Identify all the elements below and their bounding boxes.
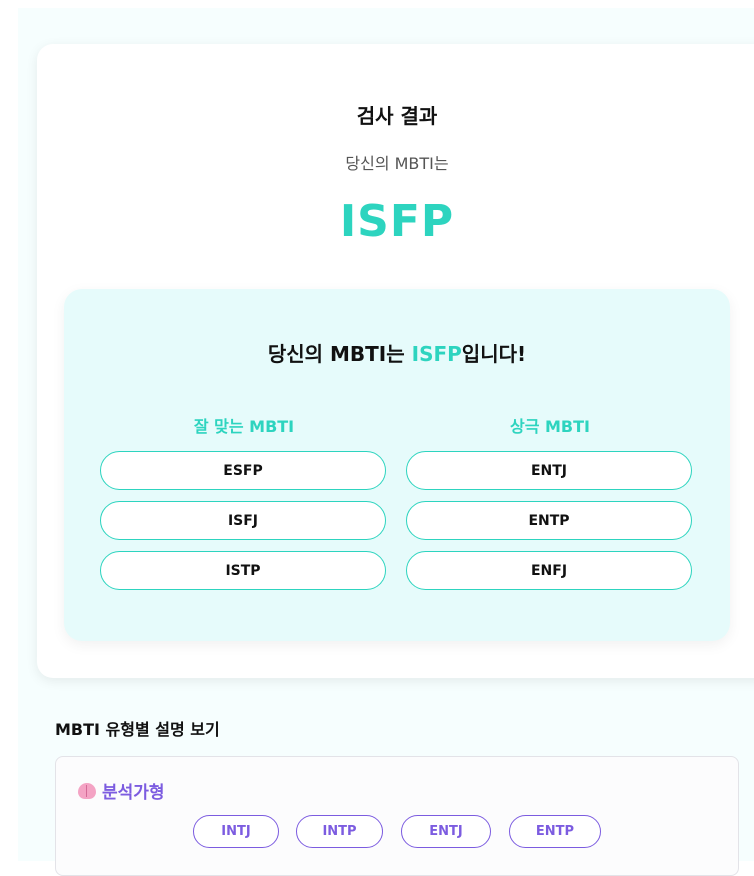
brain-icon xyxy=(78,782,96,799)
good-match-item[interactable]: ISFJ xyxy=(100,501,386,540)
headline-suffix: 입니다! xyxy=(461,342,527,366)
good-match-item[interactable]: ESFP xyxy=(100,451,386,490)
bad-match-item[interactable]: ENTP xyxy=(406,501,692,540)
type-descriptions-title: MBTI 유형별 설명 보기 xyxy=(55,720,220,739)
compatibility-headline: 당신의 MBTI는 ISFP입니다! xyxy=(64,338,730,367)
analyst-group-title: 분석가형 xyxy=(78,778,165,803)
type-button-entj[interactable]: ENTJ xyxy=(401,815,491,848)
good-match-item[interactable]: ISTP xyxy=(100,551,386,590)
result-subtitle: 당신의 MBTI는 xyxy=(345,154,449,173)
bad-match-item[interactable]: ENFJ xyxy=(406,551,692,590)
good-match-title: 잘 맞는 MBTI xyxy=(193,417,295,436)
analyst-group-card xyxy=(55,756,739,876)
headline-type: ISFP xyxy=(411,342,462,366)
type-button-intj[interactable]: INTJ xyxy=(193,815,279,848)
type-button-intp[interactable]: INTP xyxy=(296,815,383,848)
result-title: 검사 결과 xyxy=(356,104,438,128)
group-title-label: 분석가형 xyxy=(102,783,165,803)
result-mbti-type: ISFP xyxy=(339,196,455,247)
headline-prefix: 당신의 MBTI는 xyxy=(267,342,412,366)
type-button-entp[interactable]: ENTP xyxy=(509,815,601,848)
bad-match-item[interactable]: ENTJ xyxy=(406,451,692,490)
bad-match-title: 상극 MBTI xyxy=(510,417,590,436)
